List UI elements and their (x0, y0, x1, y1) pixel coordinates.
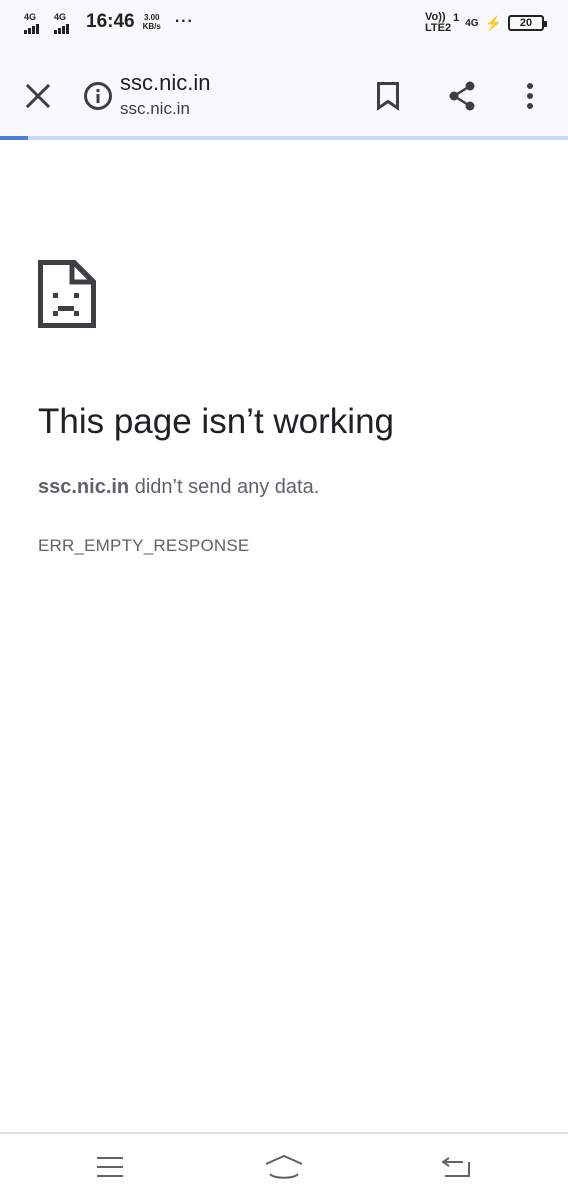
sim-slot-label: 1 (453, 12, 460, 24)
status-left: 4G 4G 16:46 3.00 KB/s ··· (24, 10, 194, 34)
error-host: ssc.nic.in (38, 476, 130, 498)
network-speed-unit: KB/s (142, 22, 161, 31)
home-button[interactable] (264, 1150, 304, 1184)
error-title: This page isn’t working (38, 402, 394, 441)
page-title: ssc.nic.in (120, 70, 211, 95)
back-button[interactable] (436, 1150, 476, 1184)
network-speed-value: 3.00 (143, 13, 160, 22)
more-notifications-icon: ··· (174, 13, 194, 30)
share-icon (449, 81, 475, 111)
error-code: ERR_EMPTY_RESPONSE (38, 536, 250, 555)
battery-icon: 20 (508, 15, 547, 31)
status-time: 16:46 (86, 11, 135, 32)
lte-label: LTE2 (425, 22, 452, 34)
browser-toolbar: ssc.nic.in ssc.nic.in (0, 50, 568, 136)
network-type-label: 4G (465, 17, 479, 29)
status-right: Vo)) LTE2 1 4G ⚡ 20 (425, 12, 547, 34)
error-message: ssc.nic.in didn’t send any data. (38, 476, 319, 499)
page-info-button[interactable] (76, 74, 120, 118)
charging-icon: ⚡ (484, 14, 502, 31)
network-speed: 3.00 KB/s (143, 13, 161, 31)
bookmark-button[interactable] (366, 74, 410, 118)
error-message-text: didn’t send any data. (129, 476, 320, 498)
page-load-progress (0, 136, 568, 140)
more-options-button[interactable] (508, 74, 552, 118)
volte-icon: Vo)) LTE2 (425, 12, 451, 34)
sim2-network-label: 4G (54, 12, 67, 22)
close-icon (25, 83, 51, 109)
sim2-signal-icon: 4G (54, 10, 82, 34)
back-icon (441, 1157, 470, 1177)
menu-icon (97, 1157, 123, 1177)
recent-apps-button[interactable] (90, 1150, 130, 1184)
status-bar: 4G 4G 16:46 3.00 KB/s ··· Vo)) LTE2 1 4G… (0, 0, 568, 50)
close-button[interactable] (16, 74, 60, 118)
share-button[interactable] (440, 74, 484, 118)
page-load-progress-fill (0, 136, 29, 140)
sim1-network-label: 4G (24, 12, 37, 22)
sad-page-icon (38, 260, 96, 333)
sim1-signal-icon: 4G (24, 10, 52, 34)
battery-level: 20 (519, 17, 533, 29)
url-box[interactable]: ssc.nic.in ssc.nic.in (120, 70, 210, 120)
page-url: ssc.nic.in (120, 99, 190, 118)
system-nav-bar (0, 1132, 568, 1200)
bookmark-icon (377, 82, 399, 111)
more-vert-icon (527, 83, 533, 109)
home-icon (265, 1154, 303, 1179)
network-type-icon: 4G (465, 18, 478, 29)
info-icon (84, 82, 112, 110)
